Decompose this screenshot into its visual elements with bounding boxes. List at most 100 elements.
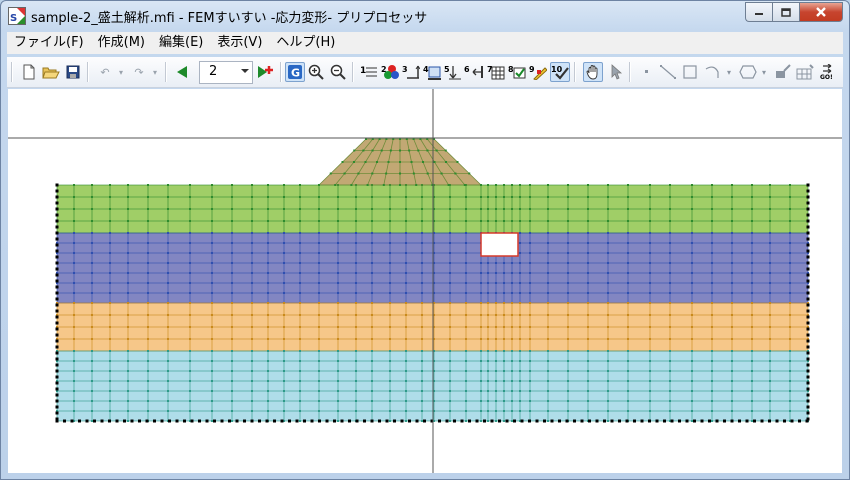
pointer-icon[interactable] [606, 62, 626, 82]
mesh-node [511, 400, 513, 402]
mesh-node [691, 242, 693, 244]
boundary-node [348, 419, 351, 423]
arc-dropdown-icon[interactable]: ▾ [719, 62, 739, 82]
menu-edit[interactable]: 編集(E) [152, 33, 210, 53]
mesh-node [267, 380, 269, 382]
material-color-icon[interactable]: 2 [380, 62, 400, 82]
mesh-node [649, 184, 651, 186]
mesh-node [465, 232, 467, 234]
boundary-node [475, 419, 479, 423]
node-number-icon[interactable]: 1 [359, 62, 379, 82]
mesh-node [751, 302, 753, 304]
mesh-node [691, 390, 693, 392]
minimize-button[interactable] [745, 2, 772, 22]
menu-file[interactable]: ファイル(F) [7, 33, 91, 53]
boundary-node [55, 381, 59, 385]
maximize-button[interactable] [772, 2, 799, 22]
mesh-node [503, 400, 505, 402]
open-icon[interactable] [41, 62, 61, 82]
mesh-node [731, 390, 733, 392]
mesh-icon[interactable] [795, 62, 815, 82]
mesh-node [389, 326, 391, 328]
mesh-node [711, 380, 713, 382]
mesh-node [547, 380, 549, 382]
hand-pan-icon[interactable] [583, 62, 603, 82]
rect-icon[interactable] [680, 62, 700, 82]
mesh-node [465, 360, 467, 362]
mesh-node [627, 292, 629, 294]
go-icon[interactable]: GO! [819, 62, 839, 82]
check-icon[interactable]: 8 [507, 62, 527, 82]
mesh-node [587, 272, 589, 274]
boundary-node [543, 419, 546, 423]
mesh-node [607, 196, 609, 198]
mesh-node [711, 220, 713, 222]
drawing-canvas[interactable] [8, 89, 842, 473]
mesh-node [251, 370, 253, 372]
redo-dropdown-icon[interactable]: ▾ [145, 62, 165, 82]
mesh-node [503, 350, 505, 352]
mesh-node [389, 196, 391, 198]
load-icon[interactable]: 6 [464, 62, 484, 82]
mesh-node [529, 338, 531, 340]
mesh-node [251, 232, 253, 234]
mesh-node [567, 262, 569, 264]
mesh-node [211, 208, 213, 210]
boundary-node [175, 419, 179, 423]
mesh-node [405, 400, 407, 402]
mesh-node [267, 326, 269, 328]
mesh-node [649, 370, 651, 372]
mesh-node [355, 360, 357, 362]
menu-help[interactable]: ヘルプ(H) [269, 33, 342, 53]
new-icon[interactable] [19, 62, 39, 82]
element-number-icon[interactable]: 5 [443, 62, 463, 82]
menu-view[interactable]: 表示(V) [210, 33, 269, 53]
save-icon[interactable] [63, 62, 83, 82]
mesh-node [231, 220, 233, 222]
page-select-value: 2 [209, 64, 218, 79]
mesh-node [371, 292, 373, 294]
menu-create[interactable]: 作成(M) [91, 33, 152, 53]
point-icon[interactable] [637, 62, 657, 82]
undo-dropdown-icon[interactable]: ▾ [111, 62, 131, 82]
mesh-node [480, 220, 482, 222]
line-icon[interactable] [658, 62, 678, 82]
close-button[interactable] [799, 2, 843, 22]
mesh-node [711, 420, 713, 422]
mesh-node [283, 272, 285, 274]
mesh-node [669, 314, 671, 316]
mesh-node [357, 172, 360, 175]
edit-material-icon[interactable]: 9 [528, 62, 548, 82]
mesh-node [405, 196, 407, 198]
prev-page-icon[interactable] [172, 62, 192, 82]
page-select[interactable]: 2 [199, 61, 253, 84]
add-page-icon[interactable] [255, 62, 275, 82]
grid-icon[interactable]: G [285, 62, 305, 82]
mesh-node [421, 420, 423, 422]
mesh-node [487, 208, 489, 210]
erase-icon[interactable] [773, 62, 793, 82]
mesh-node [91, 242, 93, 244]
mesh-node [421, 360, 423, 362]
mesh-node [649, 242, 651, 244]
table-icon[interactable]: 7 [486, 62, 506, 82]
zoom-in-icon[interactable] [306, 62, 326, 82]
mesh-node [567, 350, 569, 352]
boundary-node [565, 419, 569, 423]
mesh-node [789, 272, 791, 274]
mesh-node [355, 410, 357, 412]
mesh-node [283, 232, 285, 234]
dimension-icon[interactable]: 3 [401, 62, 421, 82]
boundary-node [806, 411, 810, 415]
mesh-node [167, 326, 169, 328]
mesh-node [127, 282, 129, 284]
zoom-out-icon[interactable] [328, 62, 348, 82]
boundary-node [806, 279, 810, 283]
property-icon[interactable]: 10 [550, 62, 570, 82]
mesh-node [627, 326, 629, 328]
boundary-node [55, 249, 59, 253]
boundary-node [55, 345, 59, 349]
app-window: S sample-2_盛土解析.mfi - FEMすいすい -応力変形- プリプ… [0, 0, 850, 480]
polygon-dropdown-icon[interactable]: ▾ [754, 62, 774, 82]
boundary-icon[interactable]: 4 [422, 62, 442, 82]
